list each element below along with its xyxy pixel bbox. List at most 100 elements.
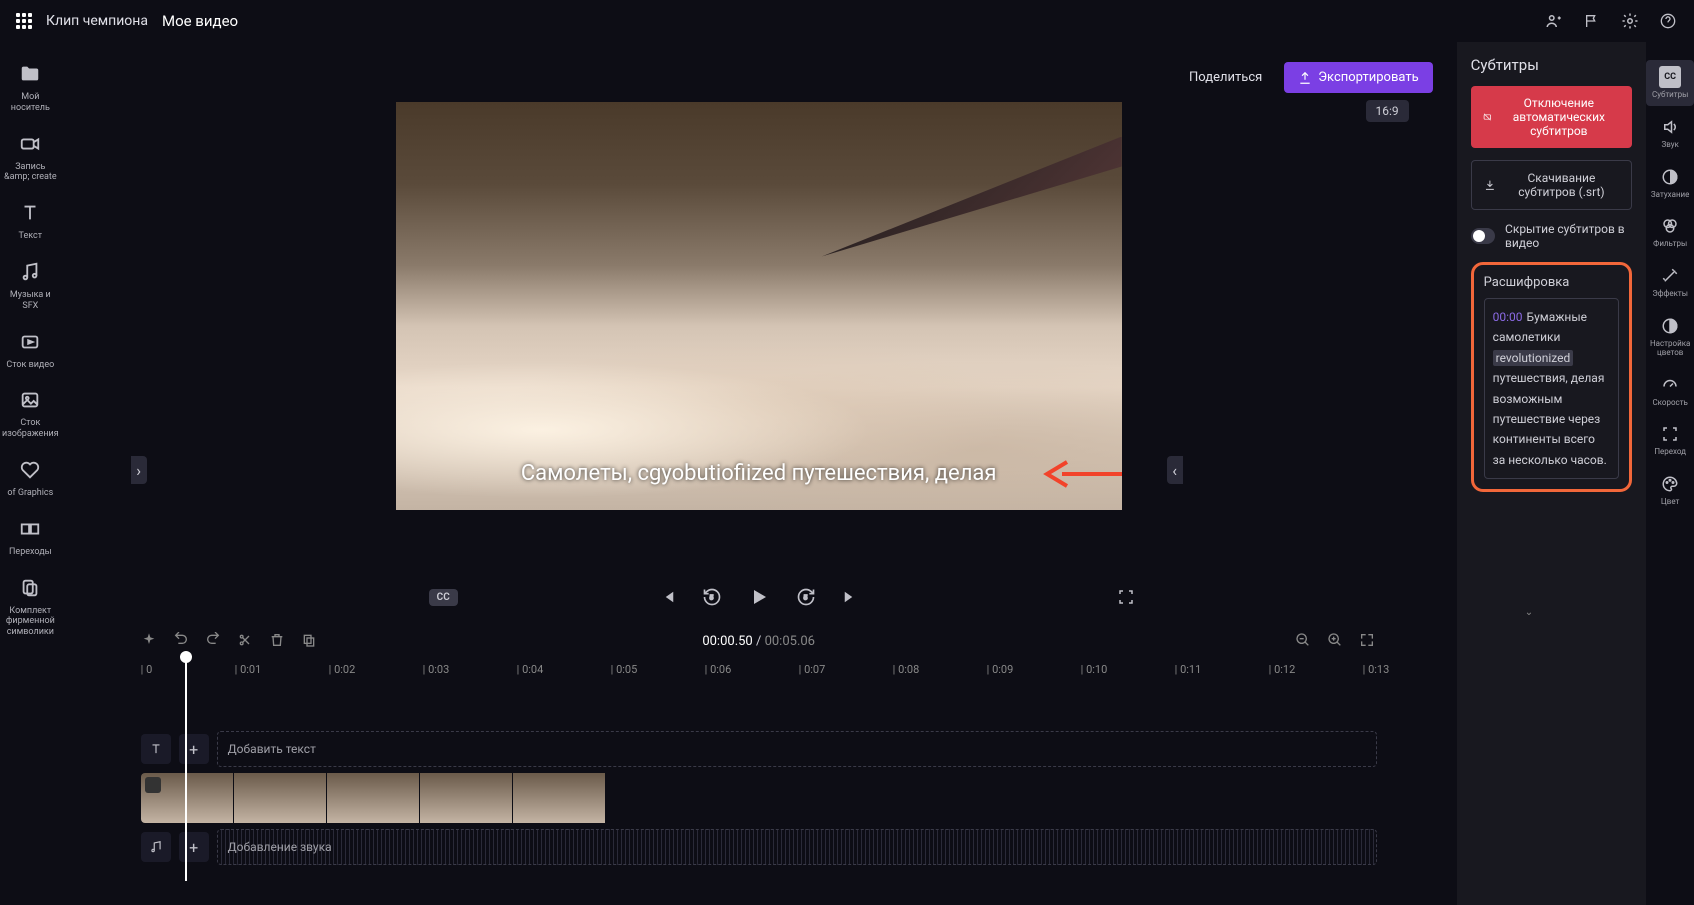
transitions-tab[interactable]: Переходы xyxy=(0,509,61,564)
brand-name: Клип чемпиона xyxy=(46,13,148,29)
speaker-icon xyxy=(1659,116,1681,138)
brand-icon xyxy=(16,574,44,602)
music-tab[interactable]: Музыка и SFX xyxy=(0,252,61,318)
airplane-wing xyxy=(822,137,1122,257)
highlighted-word: revolutionized xyxy=(1493,350,1574,366)
add-audio-icon[interactable] xyxy=(141,832,171,862)
cc-toggle[interactable]: CC xyxy=(429,589,458,606)
timeline: 00:00.50 / 00:05.06 | 0 | 0:01 | 0:02 | … xyxy=(61,625,1457,905)
split-icon[interactable] xyxy=(237,632,255,650)
svg-text:5: 5 xyxy=(709,594,713,602)
color-tab[interactable]: Цвет xyxy=(1646,467,1694,513)
redo-icon[interactable] xyxy=(205,632,223,650)
toggle-switch[interactable] xyxy=(1471,228,1495,244)
audio-track: + Добавление звука xyxy=(141,829,1377,865)
contrast-icon xyxy=(1659,315,1681,337)
apps-grid-icon[interactable] xyxy=(16,13,32,29)
export-button[interactable]: Экспортировать xyxy=(1284,62,1432,93)
timecode: 00:00.50 / 00:05.06 xyxy=(702,634,815,649)
text-icon xyxy=(16,199,44,227)
audio-track-placeholder[interactable]: Добавление звука xyxy=(217,829,1377,865)
transition-icon xyxy=(16,515,44,543)
effects-tab[interactable]: Эффекты xyxy=(1646,259,1694,305)
cc-icon: CC xyxy=(1659,66,1681,88)
playback-controls: CC 5 5 xyxy=(61,569,1457,625)
music-icon xyxy=(16,258,44,286)
zoom-out-icon[interactable] xyxy=(1295,632,1313,650)
heart-icon xyxy=(16,456,44,484)
plus-icon[interactable]: + xyxy=(179,734,209,764)
subtitle-text: Самолеты, cgyobutiofiized путешествия, д… xyxy=(521,461,997,486)
center-area: › ‹ Поделиться Экспортировать 16:9 Самол… xyxy=(61,42,1457,905)
video-icon xyxy=(16,328,44,356)
download-srt-button[interactable]: Скачивание субтитров (.srt) xyxy=(1471,160,1633,210)
undo-icon[interactable] xyxy=(173,632,191,650)
play-button[interactable] xyxy=(745,583,773,611)
time-ruler[interactable]: | 0 | 0:01 | 0:02 | 0:03 | 0:04 | 0:05 |… xyxy=(61,657,1457,681)
brand-tab[interactable]: Комплект фирменной символики xyxy=(0,568,61,644)
video-clip[interactable] xyxy=(141,773,609,823)
subtitles-panel: Субтитры Отключение автоматических субти… xyxy=(1457,42,1647,905)
image-icon xyxy=(16,386,44,414)
zoom-in-icon[interactable] xyxy=(1327,632,1345,650)
plus-audio-icon[interactable]: + xyxy=(179,832,209,862)
sparkle-icon[interactable] xyxy=(141,632,159,650)
media-tab[interactable]: Мой носитель xyxy=(0,54,61,120)
share-button[interactable]: Поделиться xyxy=(1175,62,1276,93)
fade-icon xyxy=(1659,166,1681,188)
flag-icon[interactable] xyxy=(1582,11,1602,31)
color-adjust-tab[interactable]: Настройка цветов xyxy=(1646,309,1694,364)
settings-icon[interactable] xyxy=(1620,11,1640,31)
text-tab[interactable]: Текст xyxy=(0,193,61,248)
skip-back-icon[interactable] xyxy=(657,586,679,608)
folder-icon xyxy=(16,60,44,88)
invite-icon[interactable] xyxy=(1544,11,1564,31)
timestamp: 00:00 xyxy=(1493,310,1523,324)
project-name[interactable]: Мое видео xyxy=(162,12,238,30)
fit-icon[interactable] xyxy=(1359,632,1377,650)
stock-image-tab[interactable]: Сток изображения xyxy=(0,380,61,446)
palette-icon xyxy=(1659,473,1681,495)
graphics-tab[interactable]: of Graphics xyxy=(0,450,61,505)
annotation-arrow-icon xyxy=(1042,454,1122,494)
speed-tab[interactable]: Скорость xyxy=(1646,368,1694,414)
download-icon xyxy=(1484,177,1496,193)
duplicate-icon[interactable] xyxy=(301,632,319,650)
video-preview[interactable]: Самолеты, cgyobutiofiized путешествия, д… xyxy=(396,102,1122,510)
aspect-ratio-badge[interactable]: 16:9 xyxy=(1366,100,1409,122)
subtitles-tab[interactable]: CCСубтитры xyxy=(1646,60,1694,106)
top-left: Клип чемпиона Мое видео xyxy=(16,12,238,30)
fade-tab[interactable]: Затухание xyxy=(1646,160,1694,206)
text-track: + Добавить текст xyxy=(141,731,1377,767)
forward-icon[interactable]: 5 xyxy=(795,586,817,608)
hide-captions-toggle[interactable]: Скрытие субтитров в видео xyxy=(1471,222,1633,250)
help-icon[interactable] xyxy=(1658,11,1678,31)
video-track xyxy=(141,773,1377,823)
disable-captions-button[interactable]: Отключение автоматических субтитров xyxy=(1471,86,1633,148)
add-text-icon[interactable] xyxy=(141,734,171,764)
svg-text:5: 5 xyxy=(803,594,807,602)
collapse-panel-icon[interactable]: ⌄ xyxy=(1420,605,1638,619)
delete-icon[interactable] xyxy=(269,632,287,650)
timeline-toolbar: 00:00.50 / 00:05.06 xyxy=(61,625,1457,657)
left-rail: Мой носитель Запись &amp; create Текст М… xyxy=(0,42,61,905)
right-rail: CCСубтитры Звук Затухание Фильтры Эффект… xyxy=(1646,42,1694,905)
transcript-entry[interactable]: 00:00Бумажные самолетики revolutionized … xyxy=(1484,298,1620,479)
filters-tab[interactable]: Фильтры xyxy=(1646,209,1694,255)
fullscreen-icon[interactable] xyxy=(1115,586,1137,608)
text-track-placeholder[interactable]: Добавить текст xyxy=(217,731,1377,767)
audio-tab[interactable]: Звук xyxy=(1646,110,1694,156)
transcript-title: Расшифровка xyxy=(1484,275,1620,290)
transition-rail-icon xyxy=(1659,423,1681,445)
transition-tab[interactable]: Переход xyxy=(1646,417,1694,463)
rewind-icon[interactable]: 5 xyxy=(701,586,723,608)
filters-icon xyxy=(1659,215,1681,237)
top-bar: Клип чемпиона Мое видео xyxy=(0,0,1694,42)
skip-forward-icon[interactable] xyxy=(839,586,861,608)
playhead[interactable] xyxy=(185,657,187,881)
transcript-highlight: Расшифровка 00:00Бумажные самолетики rev… xyxy=(1471,262,1633,492)
camera-icon xyxy=(16,130,44,158)
record-tab[interactable]: Запись &amp; create xyxy=(0,124,61,190)
wand-icon xyxy=(1659,265,1681,287)
stock-video-tab[interactable]: Сток видео xyxy=(0,322,61,377)
